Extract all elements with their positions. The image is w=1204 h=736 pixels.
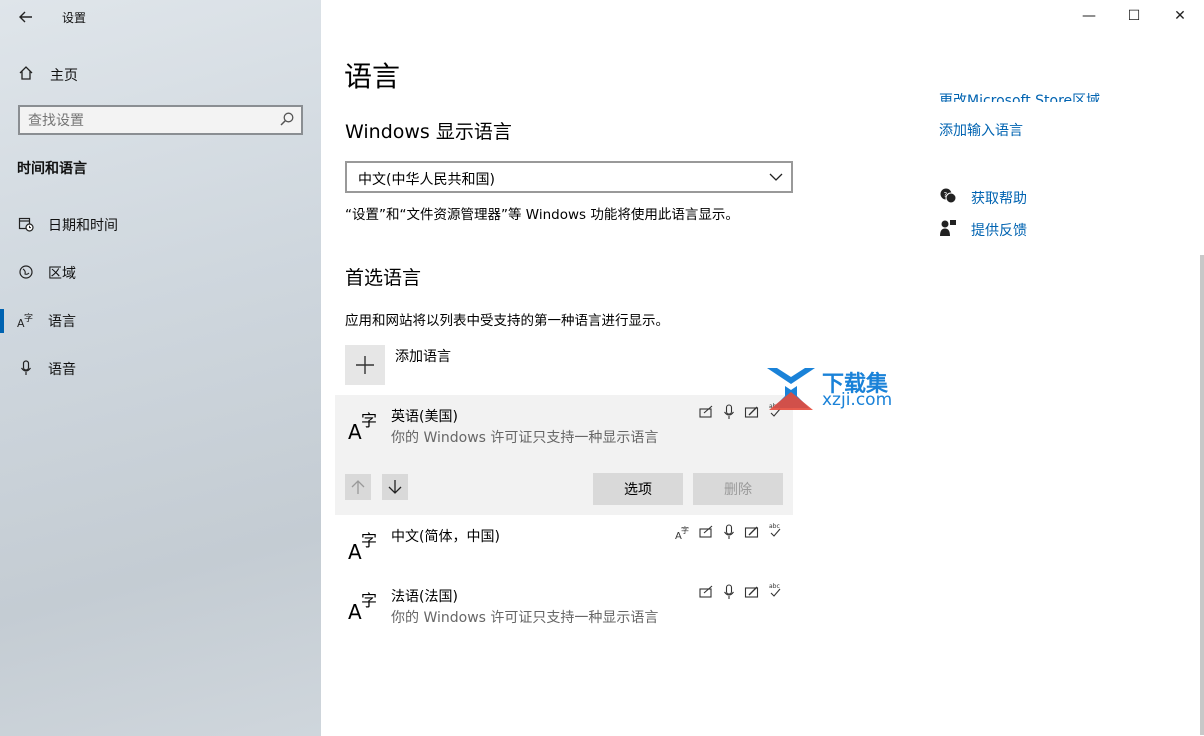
maximize-icon: ☐ xyxy=(1127,8,1141,24)
preferred-language-heading: 首选语言 xyxy=(345,267,422,289)
sidebar-item-label: 语言 xyxy=(48,314,76,330)
sidebar-item-label: 语音 xyxy=(48,362,76,378)
get-help-link[interactable]: 获取帮助 xyxy=(971,188,1027,208)
options-button[interactable]: 选项 xyxy=(593,473,683,505)
svg-text:abc: abc xyxy=(769,523,780,530)
language-note: 你的 Windows 许可证只支持一种显示语言 xyxy=(391,610,659,626)
svg-text:?: ? xyxy=(944,191,948,199)
close-button[interactable]: ✕ xyxy=(1157,0,1203,32)
sidebar: 设置 主页 时间和语言 日期和时间 区域 A字 语言 语音 xyxy=(0,0,321,736)
plus-icon xyxy=(356,356,374,374)
maximize-button[interactable]: ☐ xyxy=(1111,0,1157,32)
sidebar-item-date-time[interactable]: 日期和时间 xyxy=(0,205,321,245)
move-down-button[interactable] xyxy=(382,474,408,500)
language-name[interactable]: 中文(简体，中国) xyxy=(391,526,500,546)
section-title: 时间和语言 xyxy=(17,161,87,177)
language-note: 你的 Windows 许可证只支持一种显示语言 xyxy=(391,430,659,446)
search-icon[interactable] xyxy=(279,111,295,127)
pen-feature-icon xyxy=(744,586,759,598)
spellcheck-feature-icon: abc xyxy=(769,583,781,597)
language-glyph-icon: A字 xyxy=(348,411,377,442)
add-language-button[interactable] xyxy=(345,345,385,385)
page-title: 语言 xyxy=(344,60,401,93)
microphone-feature-icon xyxy=(724,524,734,539)
display-language-description: “设置”和“文件资源管理器”等 Windows 功能将使用此语言显示。 xyxy=(345,207,739,223)
sidebar-item-label: 区域 xyxy=(48,266,76,282)
svg-text:abc: abc xyxy=(769,583,780,590)
svg-text:A: A xyxy=(348,540,362,562)
watermark-logo-icon xyxy=(767,368,815,410)
microphone-feature-icon xyxy=(724,584,734,599)
minimize-button[interactable]: — xyxy=(1066,0,1112,32)
feedback-icon xyxy=(940,220,956,236)
sidebar-item-region[interactable]: 区域 xyxy=(0,253,321,293)
handwriting-feature-icon xyxy=(699,525,713,538)
store-region-link[interactable]: 更改Microsoft Store区域 xyxy=(939,90,1100,102)
display-language-feature-icon: A字 xyxy=(675,525,689,540)
minimize-icon: — xyxy=(1082,8,1096,24)
svg-text:A: A xyxy=(348,600,362,622)
display-language-select[interactable]: 中文(中华人民共和国) xyxy=(345,161,793,193)
spellcheck-feature-icon: abc xyxy=(769,523,781,537)
add-language-label[interactable]: 添加语言 xyxy=(395,346,451,366)
arrow-up-icon xyxy=(351,480,365,494)
remove-button[interactable]: 删除 xyxy=(693,473,783,505)
display-language-heading: Windows 显示语言 xyxy=(345,121,512,143)
svg-text:字: 字 xyxy=(24,312,33,324)
svg-text:字: 字 xyxy=(681,525,689,535)
pen-feature-icon xyxy=(744,406,759,418)
arrow-down-icon xyxy=(388,480,402,494)
sidebar-item-label: 日期和时间 xyxy=(48,218,118,234)
handwriting-feature-icon xyxy=(699,585,713,598)
sidebar-item-speech[interactable]: 语音 xyxy=(0,349,321,389)
svg-text:字: 字 xyxy=(361,411,377,430)
add-input-language-link[interactable]: 添加输入语言 xyxy=(939,120,1023,140)
display-language-value: 中文(中华人民共和国) xyxy=(358,172,495,188)
home-icon[interactable] xyxy=(18,65,34,85)
back-arrow-icon[interactable] xyxy=(14,6,38,28)
help-icon: ? xyxy=(940,188,957,204)
svg-text:字: 字 xyxy=(361,591,377,610)
language-name: 英语(美国) xyxy=(391,409,458,425)
selected-indicator xyxy=(0,309,4,333)
globe-region-icon xyxy=(17,263,35,281)
preferred-language-description: 应用和网站将以列表中受支持的第一种语言进行显示。 xyxy=(345,313,669,329)
scrollbar-thumb[interactable] xyxy=(1200,255,1204,735)
microphone-feature-icon xyxy=(724,404,734,419)
chevron-down-icon xyxy=(769,173,783,181)
search-box[interactable] xyxy=(18,105,303,135)
move-up-button[interactable] xyxy=(345,474,371,500)
pen-feature-icon xyxy=(744,526,759,538)
clock-calendar-icon xyxy=(17,215,35,233)
language-icon: A字 xyxy=(17,311,35,329)
home-link[interactable]: 主页 xyxy=(50,65,78,85)
search-input[interactable] xyxy=(28,111,268,131)
store-region-link-clip: 更改Microsoft Store区域 xyxy=(939,88,1139,102)
microphone-icon xyxy=(17,359,35,377)
language-glyph-icon: A字 xyxy=(348,591,377,622)
give-feedback-link[interactable]: 提供反馈 xyxy=(971,220,1027,240)
watermark-site: xzji.com xyxy=(822,390,893,410)
sidebar-item-language[interactable]: A字 语言 xyxy=(0,301,321,341)
svg-text:A: A xyxy=(348,420,362,442)
language-name[interactable]: 法语(法国) xyxy=(391,586,458,606)
app-title: 设置 xyxy=(62,11,87,25)
language-glyph-icon: A字 xyxy=(348,531,377,562)
svg-text:字: 字 xyxy=(361,531,377,550)
close-icon: ✕ xyxy=(1174,8,1186,24)
handwriting-feature-icon xyxy=(699,405,713,418)
